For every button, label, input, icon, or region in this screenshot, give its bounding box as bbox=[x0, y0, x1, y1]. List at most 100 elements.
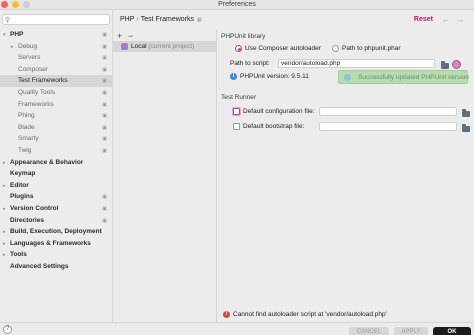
sidebar-item-appearance-behavior[interactable]: ▸ Appearance & Behavior bbox=[0, 157, 112, 169]
sidebar-item-plugins[interactable]: Plugins ▣ bbox=[0, 191, 112, 203]
sidebar-item-label: Advanced Settings bbox=[10, 263, 69, 270]
project-settings-icon: ▣ bbox=[102, 101, 107, 108]
sidebar-item-smarty[interactable]: Smarty ▣ bbox=[0, 133, 112, 145]
sidebar-item-build-execution-deployment[interactable]: ▸ Build, Execution, Deployment bbox=[0, 226, 112, 238]
sidebar-item-advanced-settings[interactable]: Advanced Settings bbox=[0, 261, 112, 273]
folder-icon[interactable] bbox=[462, 124, 470, 132]
phpunit-version-text: PHPUnit version: 9.5.11 bbox=[240, 73, 309, 80]
breadcrumb-separator: › bbox=[136, 16, 139, 23]
sidebar-item-label: Keymap bbox=[10, 170, 36, 178]
apply-button[interactable]: APPLY bbox=[394, 327, 428, 335]
chevron-right-icon[interactable]: ▸ bbox=[3, 180, 6, 192]
sidebar-item-quality-tools[interactable]: Quality Tools ▣ bbox=[0, 87, 112, 99]
chevron-right-icon[interactable]: ▸ bbox=[11, 41, 14, 53]
project-settings-icon: ▣ bbox=[102, 194, 107, 201]
configuration-item-local[interactable]: Local (current project) bbox=[113, 41, 217, 52]
default-bootstrap-checkbox[interactable] bbox=[233, 123, 240, 130]
sidebar-item-php[interactable]: ▾ PHP ▣ bbox=[0, 29, 112, 41]
php-icon bbox=[121, 43, 128, 50]
sidebar-item-tools[interactable]: ▸ Tools bbox=[0, 249, 112, 261]
configuration-list-panel: + − Local (current project) bbox=[113, 30, 217, 322]
project-settings-icon: ▣ bbox=[102, 217, 107, 224]
chevron-right-icon[interactable]: ▸ bbox=[3, 203, 6, 215]
sidebar-item-label: Test Frameworks bbox=[18, 77, 68, 85]
sidebar-item-composer[interactable]: Composer ▣ bbox=[0, 64, 112, 76]
sidebar-item-servers[interactable]: Servers ▣ bbox=[0, 52, 112, 64]
error-text: Cannot find autoloader script at 'vendor… bbox=[233, 311, 387, 318]
ok-button[interactable]: OK bbox=[433, 327, 471, 335]
sidebar-item-directories[interactable]: Directories ▣ bbox=[0, 215, 112, 227]
use-composer-autoloader-radio[interactable] bbox=[235, 45, 242, 52]
path-to-phar-label[interactable]: Path to phpunit.phar bbox=[342, 45, 401, 52]
title-bar: Preferences bbox=[0, 0, 474, 10]
success-notification-text: Successfully updated PHPUnit version bbox=[358, 74, 469, 81]
forward-arrow-icon[interactable]: → bbox=[456, 15, 464, 24]
search-icon: ⚲ bbox=[5, 17, 11, 24]
default-bootstrap-input[interactable] bbox=[319, 122, 457, 131]
reload-icon[interactable] bbox=[452, 60, 461, 69]
reset-button[interactable]: Reset bbox=[414, 16, 433, 23]
chevron-right-icon[interactable]: ▸ bbox=[3, 157, 6, 169]
back-arrow-icon[interactable]: ← bbox=[442, 15, 450, 24]
project-settings-icon: ▣ bbox=[102, 124, 107, 131]
add-icon[interactable]: + bbox=[117, 31, 122, 41]
phpunit-library-title: PHPUnit library bbox=[221, 33, 266, 40]
sidebar-item-twig[interactable]: Twig ▣ bbox=[0, 145, 112, 157]
sidebar-item-label: Directories bbox=[10, 216, 44, 224]
default-configuration-input[interactable] bbox=[319, 107, 457, 116]
sidebar-item-phing[interactable]: Phing ▣ bbox=[0, 110, 112, 122]
settings-search-input[interactable]: ⚲ bbox=[2, 14, 110, 25]
sidebar-item-version-control[interactable]: ▸ Version Control ▣ bbox=[0, 203, 112, 215]
test-runner-title: Test Runner bbox=[221, 94, 257, 101]
error-icon: ! bbox=[223, 311, 230, 318]
project-settings-icon: ▣ bbox=[102, 90, 107, 96]
sidebar-item-debug[interactable]: ▸ Debug ▣ bbox=[0, 41, 112, 53]
success-notification: Successfully updated PHPUnit version bbox=[338, 70, 469, 84]
sidebar-item-label: PHP bbox=[10, 31, 24, 38]
sidebar-item-label: Appearance & Behavior bbox=[10, 158, 84, 166]
sidebar-item-label: Languages & Frameworks bbox=[10, 239, 91, 247]
sidebar-item-label: Plugins bbox=[10, 193, 34, 201]
sidebar-item-label: Frameworks bbox=[18, 100, 54, 108]
sidebar-item-test-frameworks[interactable]: Test Frameworks ▣ bbox=[0, 75, 112, 88]
chevron-right-icon[interactable]: ▸ bbox=[3, 226, 6, 238]
project-settings-icon: ▣ bbox=[102, 66, 107, 73]
main-panel: PHP › Test Frameworks ▦ Reset ← → + − Local… bbox=[113, 10, 474, 322]
configuration-item-label: Local (current project) bbox=[131, 43, 195, 50]
sidebar-item-label: Quality Tools bbox=[18, 89, 56, 96]
path-to-script-input[interactable]: vendor/autoload.php bbox=[278, 59, 435, 68]
sidebar-item-keymap[interactable]: Keymap bbox=[0, 168, 112, 180]
remove-icon[interactable]: − bbox=[128, 31, 133, 41]
sidebar-item-languages-frameworks[interactable]: ▸ Languages & Frameworks bbox=[0, 238, 112, 250]
sidebar-item-blade[interactable]: Blade ▣ bbox=[0, 122, 112, 134]
chevron-right-icon[interactable]: ▸ bbox=[3, 249, 6, 261]
project-settings-icon: ▣ bbox=[102, 113, 107, 120]
project-settings-icon: ▣ bbox=[102, 206, 107, 212]
path-to-phar-radio[interactable] bbox=[332, 45, 339, 52]
folder-icon[interactable] bbox=[441, 61, 449, 69]
sidebar-item-editor[interactable]: ▸ Editor bbox=[0, 180, 112, 192]
info-icon: i bbox=[230, 73, 237, 80]
sidebar-item-label: Version Control bbox=[10, 205, 59, 212]
use-composer-autoloader-label[interactable]: Use Composer autoloader bbox=[245, 45, 321, 52]
sidebar-item-label: Composer bbox=[18, 65, 48, 73]
window-title: Preferences bbox=[218, 1, 256, 8]
default-configuration-checkbox[interactable] bbox=[233, 108, 240, 115]
sidebar-item-label: Smarty bbox=[18, 135, 39, 143]
dialog-footer: ? CANCEL APPLY OK bbox=[0, 322, 474, 335]
sidebar-item-label: Blade bbox=[18, 123, 35, 131]
chevron-down-icon[interactable]: ▾ bbox=[3, 29, 6, 41]
cancel-button[interactable]: CANCEL bbox=[349, 327, 389, 335]
default-configuration-label[interactable]: Default configuration file: bbox=[243, 108, 315, 115]
settings-form: PHPUnit library Use Composer autoloader … bbox=[221, 30, 471, 320]
sidebar-item-label: Servers bbox=[18, 54, 41, 62]
chevron-right-icon[interactable]: ▸ bbox=[3, 238, 6, 250]
settings-sidebar: ⚲ ▾ PHP ▣ ▸ Debug ▣ Servers ▣ Composer ▣ Test Fram… bbox=[0, 10, 113, 322]
sidebar-item-label: Debug bbox=[18, 42, 38, 50]
help-button[interactable]: ? bbox=[3, 325, 12, 334]
project-settings-icon: ▣ bbox=[102, 32, 107, 38]
breadcrumb-php[interactable]: PHP bbox=[120, 16, 134, 23]
default-bootstrap-label[interactable]: Default bootstrap file: bbox=[243, 123, 304, 130]
sidebar-item-frameworks[interactable]: Frameworks ▣ bbox=[0, 99, 112, 111]
folder-icon[interactable] bbox=[462, 109, 470, 117]
